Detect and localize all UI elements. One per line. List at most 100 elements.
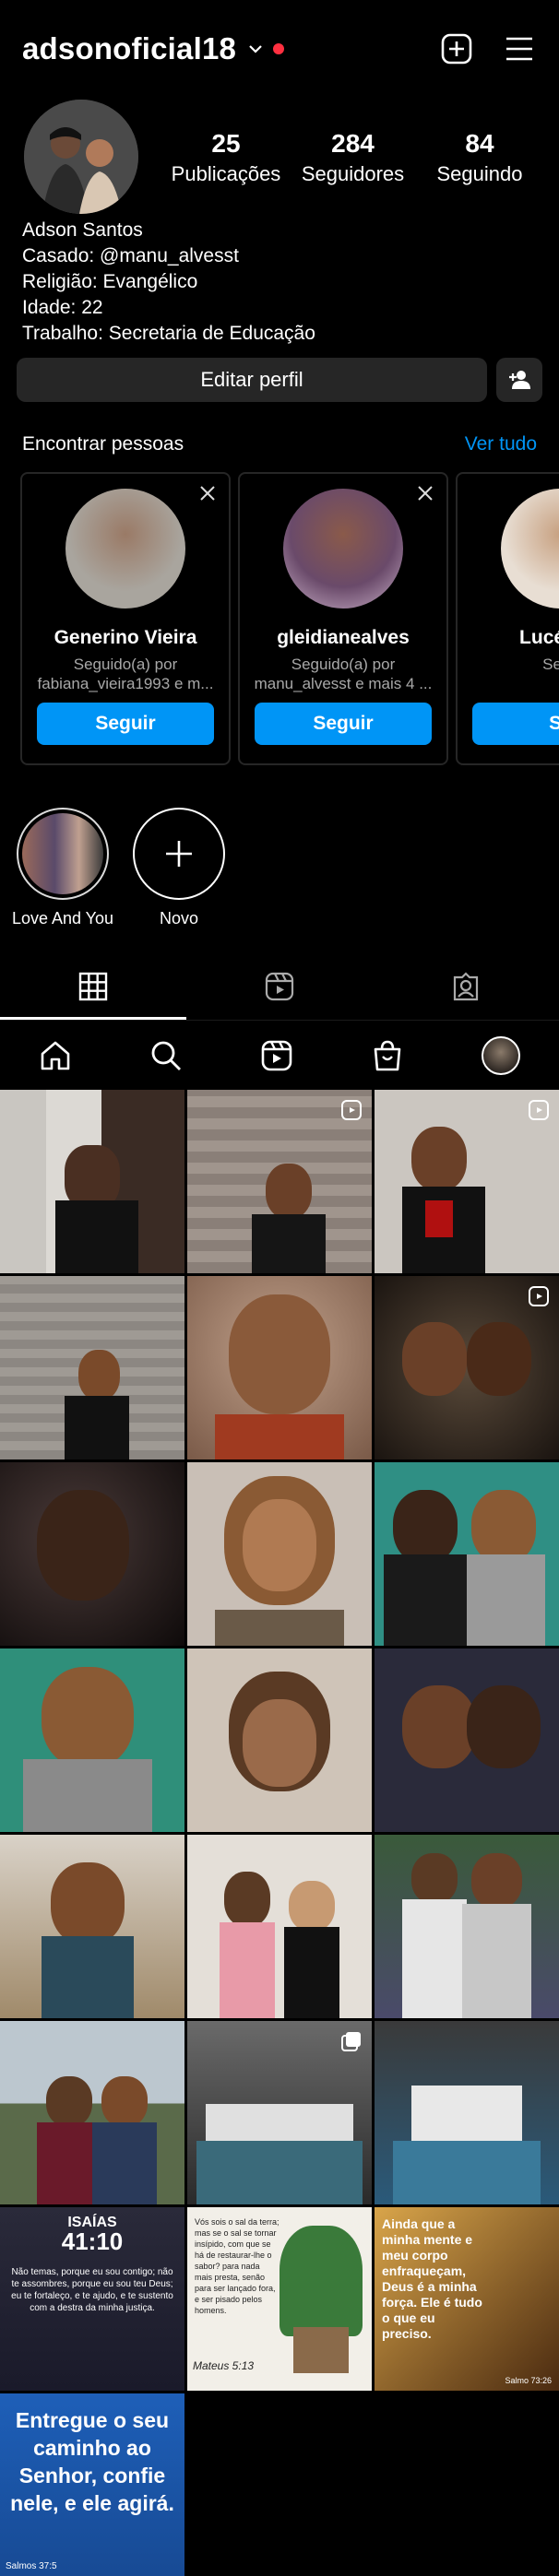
- post-thumbnail[interactable]: [375, 1648, 559, 1832]
- verse-reference: Salmo 73:26: [505, 2376, 552, 2385]
- find-people-title: Encontrar pessoas: [22, 433, 184, 455]
- verse-text: Ainda que a minha mente e meu corpo enfr…: [382, 2216, 482, 2341]
- see-all-link[interactable]: Ver tudo: [465, 433, 537, 455]
- post-thumbnail[interactable]: [375, 1462, 559, 1646]
- reel-badge-icon: [529, 1286, 549, 1306]
- suggestions-carousel[interactable]: Generino Vieira Seguido(a) por fabiana_v…: [20, 472, 559, 765]
- suggestion-name[interactable]: gleidianealves: [240, 627, 446, 649]
- followers-count: 284: [331, 129, 375, 158]
- suggestion-avatar[interactable]: [283, 489, 403, 609]
- post-thumbnail[interactable]: [187, 1648, 372, 1832]
- suggestion-name[interactable]: Lucélia s: [458, 627, 559, 649]
- carousel-badge-icon: [341, 2032, 361, 2051]
- post-thumbnail[interactable]: [375, 1090, 559, 1273]
- post-thumbnail[interactable]: [187, 1276, 372, 1459]
- reels-icon: [265, 972, 294, 1001]
- post-thumbnail[interactable]: [187, 1462, 372, 1646]
- add-person-icon: [509, 371, 530, 389]
- post-thumbnail[interactable]: [187, 2021, 372, 2204]
- post-verse-isaias[interactable]: ISAÍAS 41:10 Não temas, porque eu sou co…: [0, 2207, 184, 2391]
- bio-line-married: Casado: @manu_alvesst: [22, 245, 239, 266]
- find-people-header: Encontrar pessoas Ver tudo: [22, 433, 537, 455]
- reel-badge-icon: [341, 1100, 362, 1120]
- new-post-icon: [441, 33, 472, 64]
- post-thumbnail[interactable]: [0, 1835, 184, 2018]
- reels-icon[interactable]: [260, 1039, 293, 1072]
- suggestion-mutuals: Segu: [542, 656, 559, 673]
- follow-button[interactable]: Se: [472, 703, 559, 745]
- posts-label: Publicações: [171, 162, 281, 185]
- highlight-cover: [22, 813, 103, 894]
- plus-icon: [166, 841, 192, 867]
- followers-stat[interactable]: 284 Seguidores: [293, 129, 413, 186]
- verse-text: Vós sois o sal da terra; mas se o sal se…: [195, 2217, 280, 2315]
- verse-text: Entregue o seu caminho ao Senhor, confie…: [10, 2408, 174, 2515]
- post-thumbnail[interactable]: [375, 1835, 559, 2018]
- profile-avatar[interactable]: [24, 100, 138, 214]
- posts-stat[interactable]: 25 Publicações: [166, 129, 286, 186]
- following-count: 84: [465, 129, 494, 158]
- post-verse-mateus[interactable]: Vós sois o sal da terra; mas se o sal se…: [187, 2207, 372, 2391]
- profile-actions: Editar perfil: [17, 358, 542, 402]
- home-icon[interactable]: [39, 1039, 72, 1072]
- verse-number: 41:10: [61, 2227, 124, 2255]
- close-icon[interactable]: [417, 485, 434, 502]
- reel-badge-icon: [529, 1100, 549, 1120]
- posts-grid: ISAÍAS 41:10 Não temas, porque eu sou co…: [0, 1090, 559, 2576]
- chevron-down-icon[interactable]: [247, 41, 264, 57]
- profile-full-name: Adson Santos: [22, 219, 143, 241]
- following-label: Seguindo: [436, 162, 523, 185]
- grid-icon: [78, 972, 108, 1000]
- verse-text: Não temas, porque eu sou contigo; não te…: [11, 2267, 173, 2313]
- highlight-love-and-you[interactable]: Love And You: [7, 808, 118, 928]
- suggestion-mutuals: Seguido(a) por fabiana_vieira1993 e m...: [37, 656, 214, 692]
- notification-dot: [273, 42, 285, 54]
- avatar-photo: [24, 100, 138, 214]
- highlight-ring: [17, 808, 109, 900]
- bottom-navigation: [0, 1020, 559, 1090]
- edit-profile-button[interactable]: Editar perfil: [17, 358, 487, 402]
- new-post-button[interactable]: [439, 31, 474, 66]
- following-stat[interactable]: 84 Seguindo: [420, 129, 540, 186]
- post-verse-salmos[interactable]: Entregue o seu caminho ao Senhor, confie…: [0, 2393, 184, 2576]
- follow-button[interactable]: Seguir: [37, 703, 214, 745]
- post-thumbnail[interactable]: [0, 1276, 184, 1459]
- post-thumbnail[interactable]: [0, 2021, 184, 2204]
- post-thumbnail[interactable]: [375, 2021, 559, 2204]
- shop-icon[interactable]: [371, 1039, 404, 1072]
- tab-tagged[interactable]: [373, 955, 559, 1020]
- content-tabs: [0, 955, 559, 1020]
- suggestion-mutuals: Seguido(a) por manu_alvesst e mais 4 ...: [254, 656, 433, 692]
- profile-stats: 25 Publicações 284 Seguidores 84 Seguind…: [166, 129, 540, 186]
- tab-posts-grid[interactable]: [0, 955, 186, 1020]
- followers-label: Seguidores: [301, 162, 405, 185]
- post-thumbnail[interactable]: [0, 1648, 184, 1832]
- menu-button[interactable]: [502, 31, 537, 66]
- profile-username[interactable]: adsonoficial18: [22, 31, 236, 66]
- follow-button[interactable]: Seguir: [255, 703, 432, 745]
- suggestion-avatar[interactable]: [501, 489, 559, 609]
- menu-icon: [506, 37, 532, 60]
- post-thumbnail[interactable]: [187, 1835, 372, 2018]
- post-thumbnail[interactable]: [187, 1090, 372, 1273]
- suggestion-card: gleidianealves Seguido(a) por manu_alves…: [238, 472, 448, 765]
- tab-reels[interactable]: [186, 955, 373, 1020]
- post-thumbnail[interactable]: [0, 1462, 184, 1646]
- tagged-icon: [453, 972, 479, 1001]
- profile-avatar[interactable]: [482, 1035, 520, 1075]
- bio-line-work: Trabalho: Secretaria de Educação: [22, 323, 315, 344]
- verse-reference: Salmos 37:5: [6, 2561, 57, 2571]
- highlight-new[interactable]: Novo: [124, 808, 234, 928]
- highlight-label: Novo: [159, 909, 199, 928]
- highlight-label: Love And You: [11, 909, 114, 928]
- suggestion-name[interactable]: Generino Vieira: [22, 627, 229, 649]
- suggestion-avatar[interactable]: [65, 489, 185, 609]
- close-icon[interactable]: [199, 485, 216, 502]
- posts-count: 25: [211, 129, 241, 158]
- suggestion-card: Lucélia s Segu Se: [456, 472, 559, 765]
- search-icon[interactable]: [149, 1039, 183, 1072]
- post-thumbnail[interactable]: [0, 1090, 184, 1273]
- discover-people-button[interactable]: [496, 358, 542, 402]
- post-thumbnail[interactable]: [375, 1276, 559, 1459]
- post-verse-salmo[interactable]: Ainda que a minha mente e meu corpo enfr…: [375, 2207, 559, 2391]
